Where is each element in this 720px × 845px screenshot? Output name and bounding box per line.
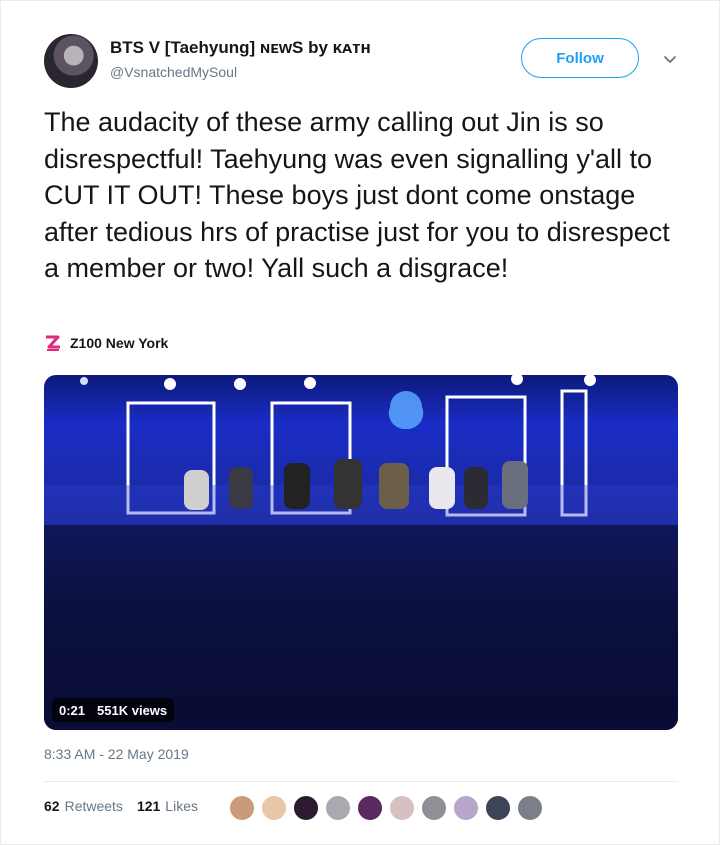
liker-avatar[interactable] [452,794,480,822]
liker-avatar[interactable] [484,794,512,822]
avatar[interactable] [44,34,98,88]
liker-avatar[interactable] [324,794,352,822]
video-frame [44,375,678,730]
source-name: Z100 New York [70,335,169,351]
likes-label[interactable]: Likes [165,798,198,814]
tweet-timestamp[interactable]: 8:33 AM - 22 May 2019 [44,746,189,762]
retweets-count[interactable]: 62 [44,798,60,814]
retweets-label[interactable]: Retweets [65,798,123,814]
tweet-text: The audacity of these army calling out J… [44,107,670,283]
liker-avatar[interactable] [516,794,544,822]
likes-count[interactable]: 121 [137,798,160,814]
likers-avatars [228,794,548,822]
video-player[interactable] [44,375,678,730]
video-views: 551K views [97,702,168,718]
tweet-stats: 62 Retweets 121 Likes [44,798,198,814]
z100-logo-icon [46,335,60,351]
liker-avatar[interactable] [420,794,448,822]
video-duration: 0:21 [59,702,86,718]
video-badge: 0:21 551K views [52,698,175,722]
liker-avatar[interactable] [260,794,288,822]
liker-avatar[interactable] [292,794,320,822]
chevron-down-icon[interactable] [662,52,678,68]
author-name[interactable]: BTS V [Taehyung] ɴᴇᴡS by ᴋᴀᴛʜ [110,38,371,58]
media-source[interactable]: Z100 New York [44,334,168,352]
follow-button[interactable]: Follow [521,38,639,78]
liker-avatar[interactable] [388,794,416,822]
liker-avatar[interactable] [356,794,384,822]
liker-avatar[interactable] [228,794,256,822]
author-handle[interactable]: @VsnatchedMySoul [110,64,237,80]
divider [44,781,678,782]
